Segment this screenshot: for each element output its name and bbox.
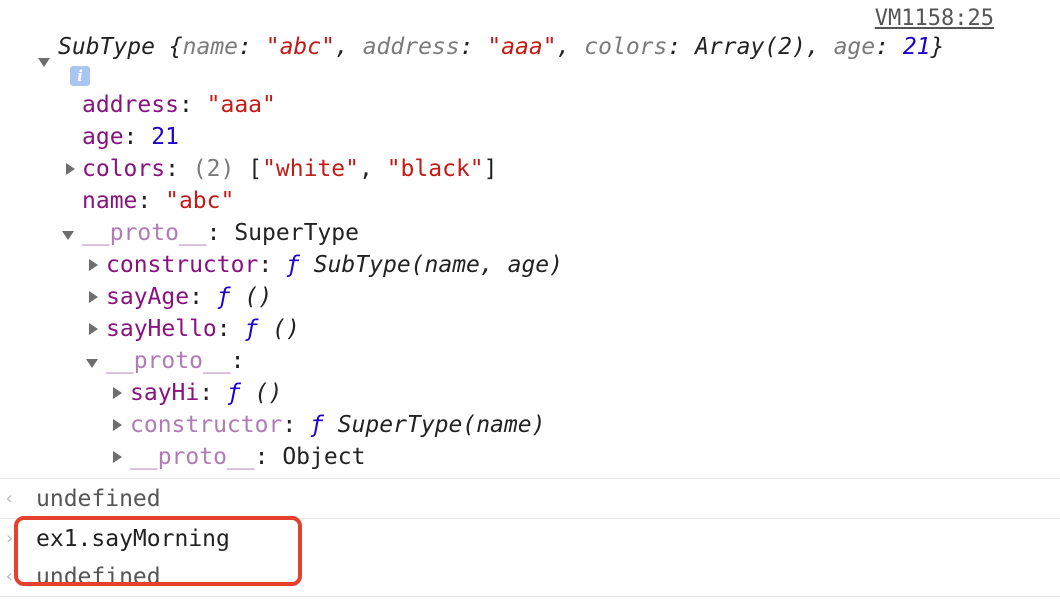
proto2-proto[interactable]: __proto__: Object: [130, 442, 365, 472]
summary-type: SubType: [58, 34, 155, 60]
prop-value: "abc": [165, 188, 235, 214]
result-chevron-icon: ‹: [4, 488, 15, 509]
summary-value-address: "aaa": [487, 34, 557, 60]
prop-colon: :: [216, 316, 245, 342]
expand-triangle-icon[interactable]: [66, 163, 75, 175]
object-summary[interactable]: SubType {name: "abc", address: "aaa", co…: [58, 32, 944, 62]
summary-comma: ,: [805, 34, 834, 60]
prop-key: sayAge: [106, 284, 190, 310]
function-signature: (): [230, 284, 273, 310]
prop-colon: :: [165, 156, 193, 182]
summary-colon: :: [875, 34, 903, 60]
prop-key: age: [82, 124, 124, 150]
prop-proto[interactable]: __proto__: SuperType: [82, 218, 359, 248]
array-item: "black": [386, 156, 484, 182]
summary-key-name: name: [182, 34, 239, 60]
result-line: undefined: [36, 486, 161, 512]
prop-key: address: [82, 92, 179, 118]
proto2-sayhi[interactable]: sayHi: ƒ (): [130, 378, 282, 408]
prop-value: SuperType: [234, 220, 359, 246]
proto-nested-proto[interactable]: __proto__:: [106, 346, 258, 376]
summary-colon: :: [667, 34, 696, 60]
prop-colon: :: [178, 92, 207, 118]
expand-triangle-icon[interactable]: [89, 291, 98, 303]
prop-key: sayHello: [106, 316, 217, 342]
prop-colon: :: [282, 412, 311, 438]
summary-brace-open: {: [154, 34, 183, 60]
function-f-icon: ƒ: [286, 252, 300, 278]
summary-value-colors: Array(2): [695, 34, 806, 60]
prop-key: name: [82, 188, 138, 214]
summary-key-colors: colors: [584, 34, 668, 60]
function-f-icon: ƒ: [216, 284, 231, 310]
summary-value-name: "abc": [265, 34, 335, 60]
expand-triangle-icon[interactable]: [89, 259, 98, 271]
prop-colon: :: [189, 284, 217, 310]
function-signature: (): [240, 380, 283, 406]
summary-colon: :: [459, 34, 488, 60]
prop-key: __proto__: [106, 348, 231, 374]
prop-colon: :: [230, 348, 259, 374]
summary-key-age: age: [833, 34, 876, 60]
expand-triangle-icon[interactable]: [89, 323, 98, 335]
function-f-icon: ƒ: [226, 380, 241, 406]
prop-key: constructor: [130, 412, 283, 438]
prop-key: __proto__: [130, 444, 255, 470]
summary-comma: ,: [556, 34, 585, 60]
proto2-constructor[interactable]: constructor: ƒ SuperType(name): [130, 410, 545, 440]
prop-name: name: "abc": [82, 186, 234, 216]
proto-constructor[interactable]: constructor: ƒ SubType(name, age): [106, 250, 563, 280]
proto-sayhello[interactable]: sayHello: ƒ (): [106, 314, 300, 344]
function-signature: SuperType(name): [323, 412, 546, 438]
divider: [0, 596, 1060, 597]
function-signature: (): [258, 316, 300, 342]
prop-colon: :: [206, 220, 235, 246]
function-f-icon: ƒ: [244, 316, 259, 342]
prop-colon: :: [254, 444, 283, 470]
expand-triangle-icon[interactable]: [113, 419, 122, 431]
prop-colon: :: [258, 252, 287, 278]
summary-brace-close: }: [930, 34, 945, 60]
summary-comma: ,: [334, 34, 363, 60]
array-close: ]: [483, 156, 498, 182]
expand-triangle-icon[interactable]: [113, 387, 122, 399]
summary-colon: :: [238, 34, 266, 60]
prop-address: address: "aaa": [82, 90, 276, 120]
array-sep: ,: [359, 156, 387, 182]
function-f-icon: ƒ: [310, 412, 324, 438]
prop-value: Object: [282, 444, 366, 470]
prop-key: __proto__: [82, 220, 207, 246]
collapse-triangle-icon[interactable]: [38, 58, 50, 67]
prop-age: age: 21: [82, 122, 179, 152]
proto-sayage[interactable]: sayAge: ƒ (): [106, 282, 272, 312]
prop-colors[interactable]: colors: (2) ["white", "black"]: [82, 154, 498, 184]
prop-colon: :: [137, 188, 166, 214]
summary-key-address: address: [362, 34, 460, 60]
info-icon[interactable]: i: [70, 66, 90, 86]
function-signature: SubType(name, age): [299, 252, 563, 278]
prop-colon: :: [123, 124, 152, 150]
prop-key: sayHi: [130, 380, 200, 406]
source-link[interactable]: VM1158:25: [875, 4, 994, 34]
prop-value: 21: [151, 124, 179, 150]
array-open: [: [248, 156, 263, 182]
prop-colon: :: [199, 380, 227, 406]
divider: [0, 478, 1060, 479]
collapse-triangle-icon[interactable]: [86, 359, 98, 368]
prop-key: colors: [82, 156, 166, 182]
prop-key: constructor: [106, 252, 259, 278]
array-length: (2): [192, 156, 235, 182]
collapse-triangle-icon[interactable]: [62, 231, 74, 240]
array-item: "white": [262, 156, 359, 182]
expand-triangle-icon[interactable]: [113, 451, 122, 463]
highlight-box: [14, 516, 302, 586]
summary-value-age: 21: [902, 34, 931, 60]
prop-value: "aaa": [206, 92, 276, 118]
